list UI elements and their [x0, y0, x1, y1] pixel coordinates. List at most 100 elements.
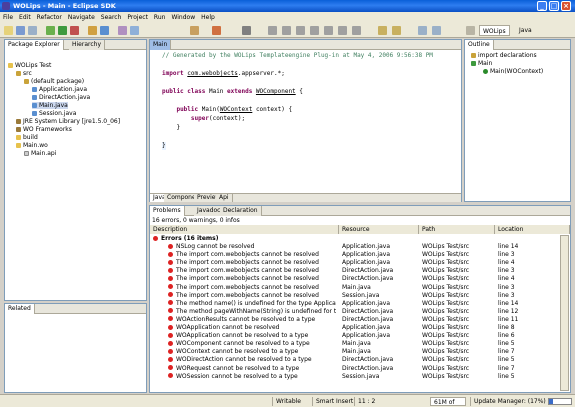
column-description[interactable]: Description [150, 225, 339, 234]
problem-location[interactable]: line 4 [498, 275, 515, 282]
menu-file[interactable]: File [0, 14, 16, 21]
tree-item-main-api[interactable]: Main.api [24, 150, 56, 157]
tab-problems[interactable]: Problems [150, 206, 185, 216]
tree-item-project[interactable]: WOLips Test [8, 62, 51, 69]
problem-path[interactable]: WOLips Test/src [422, 292, 469, 299]
previous-annotation-icon[interactable] [392, 26, 401, 35]
tab-package-explorer[interactable]: Package Explorer [5, 40, 64, 50]
editor-tab-main[interactable]: Main [150, 40, 172, 50]
problem-resource[interactable]: Session.java [342, 373, 379, 380]
menu-window[interactable]: Window [168, 14, 198, 21]
problem-location[interactable]: line 7 [498, 348, 515, 355]
problem-description[interactable]: WORequest cannot be resolved to a type [168, 365, 299, 372]
problem-resource[interactable]: DirectAction.java [342, 308, 393, 315]
outline-imports[interactable]: import declarations [471, 52, 537, 59]
problem-location[interactable]: line 8 [498, 324, 515, 331]
problem-description[interactable]: The import com.webobjects cannot be reso… [168, 267, 319, 274]
menu-edit[interactable]: Edit [16, 14, 34, 21]
tree-item-session[interactable]: Session.java [32, 110, 76, 117]
problem-resource[interactable]: Main.java [342, 348, 371, 355]
problem-location[interactable]: line 7 [498, 365, 515, 372]
tab-related[interactable]: Related [5, 304, 35, 314]
problem-location[interactable]: line 3 [498, 292, 515, 299]
problem-description[interactable]: The import com.webobjects cannot be reso… [168, 284, 319, 291]
menu-navigate[interactable]: Navigate [65, 14, 98, 21]
problem-resource[interactable]: Application.java [342, 251, 390, 258]
problem-path[interactable]: WOLips Test/src [422, 373, 469, 380]
tree-item-build[interactable]: build [16, 134, 38, 141]
tab-hierarchy[interactable]: Hierarchy [69, 40, 106, 50]
problem-location[interactable]: line 5 [498, 340, 515, 347]
perspective-wolips[interactable]: WOLips [479, 25, 510, 36]
problem-path[interactable]: WOLips Test/src [422, 300, 469, 307]
problem-location[interactable]: line 3 [498, 284, 515, 291]
problem-description[interactable]: WOActionResults cannot be resolved to a … [168, 316, 315, 323]
problem-resource[interactable]: Application.java [342, 324, 390, 331]
problem-description[interactable]: WOApplication cannot be resolved to a ty… [168, 332, 308, 339]
problem-path[interactable]: WOLips Test/src [422, 316, 469, 323]
problem-description[interactable]: WOComponent cannot be resolved to a type [168, 340, 310, 347]
toolbar-icon[interactable] [324, 26, 333, 35]
problem-resource[interactable]: Session.java [342, 292, 379, 299]
problem-path[interactable]: WOLips Test/src [422, 275, 469, 282]
tab-declaration[interactable]: Declaration [220, 206, 262, 216]
problem-resource[interactable]: DirectAction.java [342, 267, 393, 274]
problem-location[interactable]: line 5 [498, 356, 515, 363]
problem-resource[interactable]: DirectAction.java [342, 365, 393, 372]
toolbar-icon[interactable] [352, 26, 361, 35]
problem-description[interactable]: The method name() is undefined for the t… [168, 300, 336, 307]
problem-path[interactable]: WOLips Test/src [422, 243, 469, 250]
toolbar-icon[interactable] [282, 26, 291, 35]
wolips-component-icon[interactable] [212, 26, 221, 35]
problem-location[interactable]: line 3 [498, 267, 515, 274]
format-icon[interactable] [268, 26, 277, 35]
run-icon[interactable] [58, 26, 67, 35]
menu-run[interactable]: Run [151, 14, 169, 21]
new-java-project-icon[interactable] [88, 26, 97, 35]
problem-resource[interactable]: DirectAction.java [342, 316, 393, 323]
problem-path[interactable]: WOLips Test/src [422, 332, 469, 339]
problem-description[interactable]: The import com.webobjects cannot be reso… [168, 259, 319, 266]
column-location[interactable]: Location [495, 225, 570, 234]
problem-description[interactable]: WOContext cannot be resolved to a type [168, 348, 298, 355]
problem-description[interactable]: NSLog cannot be resolved [168, 243, 254, 250]
next-annotation-icon[interactable] [378, 26, 387, 35]
problems-group-errors[interactable]: Errors (16 items) [153, 235, 219, 242]
problem-path[interactable]: WOLips Test/src [422, 267, 469, 274]
external-tools-icon[interactable] [70, 26, 79, 35]
wolips-tool-icon[interactable] [190, 26, 199, 35]
column-path[interactable]: Path [419, 225, 495, 234]
problems-scrollbar[interactable] [560, 235, 569, 391]
problem-description[interactable]: WODirectAction cannot be resolved to a t… [168, 356, 312, 363]
problem-location[interactable]: line 6 [498, 332, 515, 339]
problem-description[interactable]: The import com.webobjects cannot be reso… [168, 292, 319, 299]
problem-location[interactable]: line 11 [498, 316, 518, 323]
save-icon[interactable] [16, 26, 25, 35]
problem-description[interactable]: The import com.webobjects cannot be reso… [168, 275, 319, 282]
problem-path[interactable]: WOLips Test/src [422, 259, 469, 266]
perspective-java[interactable]: Java [516, 25, 535, 36]
problem-path[interactable]: WOLips Test/src [422, 324, 469, 331]
tree-item-jre[interactable]: JRE System Library [jre1.5.0_06] [16, 118, 120, 125]
problem-description[interactable]: WOSession cannot be resolved to a type [168, 373, 298, 380]
debug-icon[interactable] [46, 26, 55, 35]
problem-resource[interactable]: Main.java [342, 284, 371, 291]
problem-location[interactable]: line 3 [498, 251, 515, 258]
new-icon[interactable] [4, 26, 13, 35]
problem-path[interactable]: WOLips Test/src [422, 284, 469, 291]
code-editor[interactable]: // Generated by the WOLips Templateengin… [162, 52, 458, 180]
wolips-tool-icon[interactable] [242, 26, 251, 35]
column-resource[interactable]: Resource [339, 225, 419, 234]
problem-resource[interactable]: Application.java [342, 300, 390, 307]
problem-location[interactable]: line 14 [498, 300, 518, 307]
tree-item-main-wo[interactable]: Main.wo [16, 142, 48, 149]
search-icon[interactable] [130, 26, 139, 35]
open-perspective-icon[interactable] [466, 26, 475, 35]
menu-search[interactable]: Search [98, 14, 125, 21]
problem-resource[interactable]: Main.java [342, 340, 371, 347]
problem-path[interactable]: WOLips Test/src [422, 365, 469, 372]
editor-tab-api[interactable]: Api [216, 194, 233, 202]
toolbar-icon[interactable] [296, 26, 305, 35]
maximize-button[interactable]: □ [549, 1, 559, 11]
problem-description[interactable]: The method pageWithName(String) is undef… [168, 308, 336, 315]
